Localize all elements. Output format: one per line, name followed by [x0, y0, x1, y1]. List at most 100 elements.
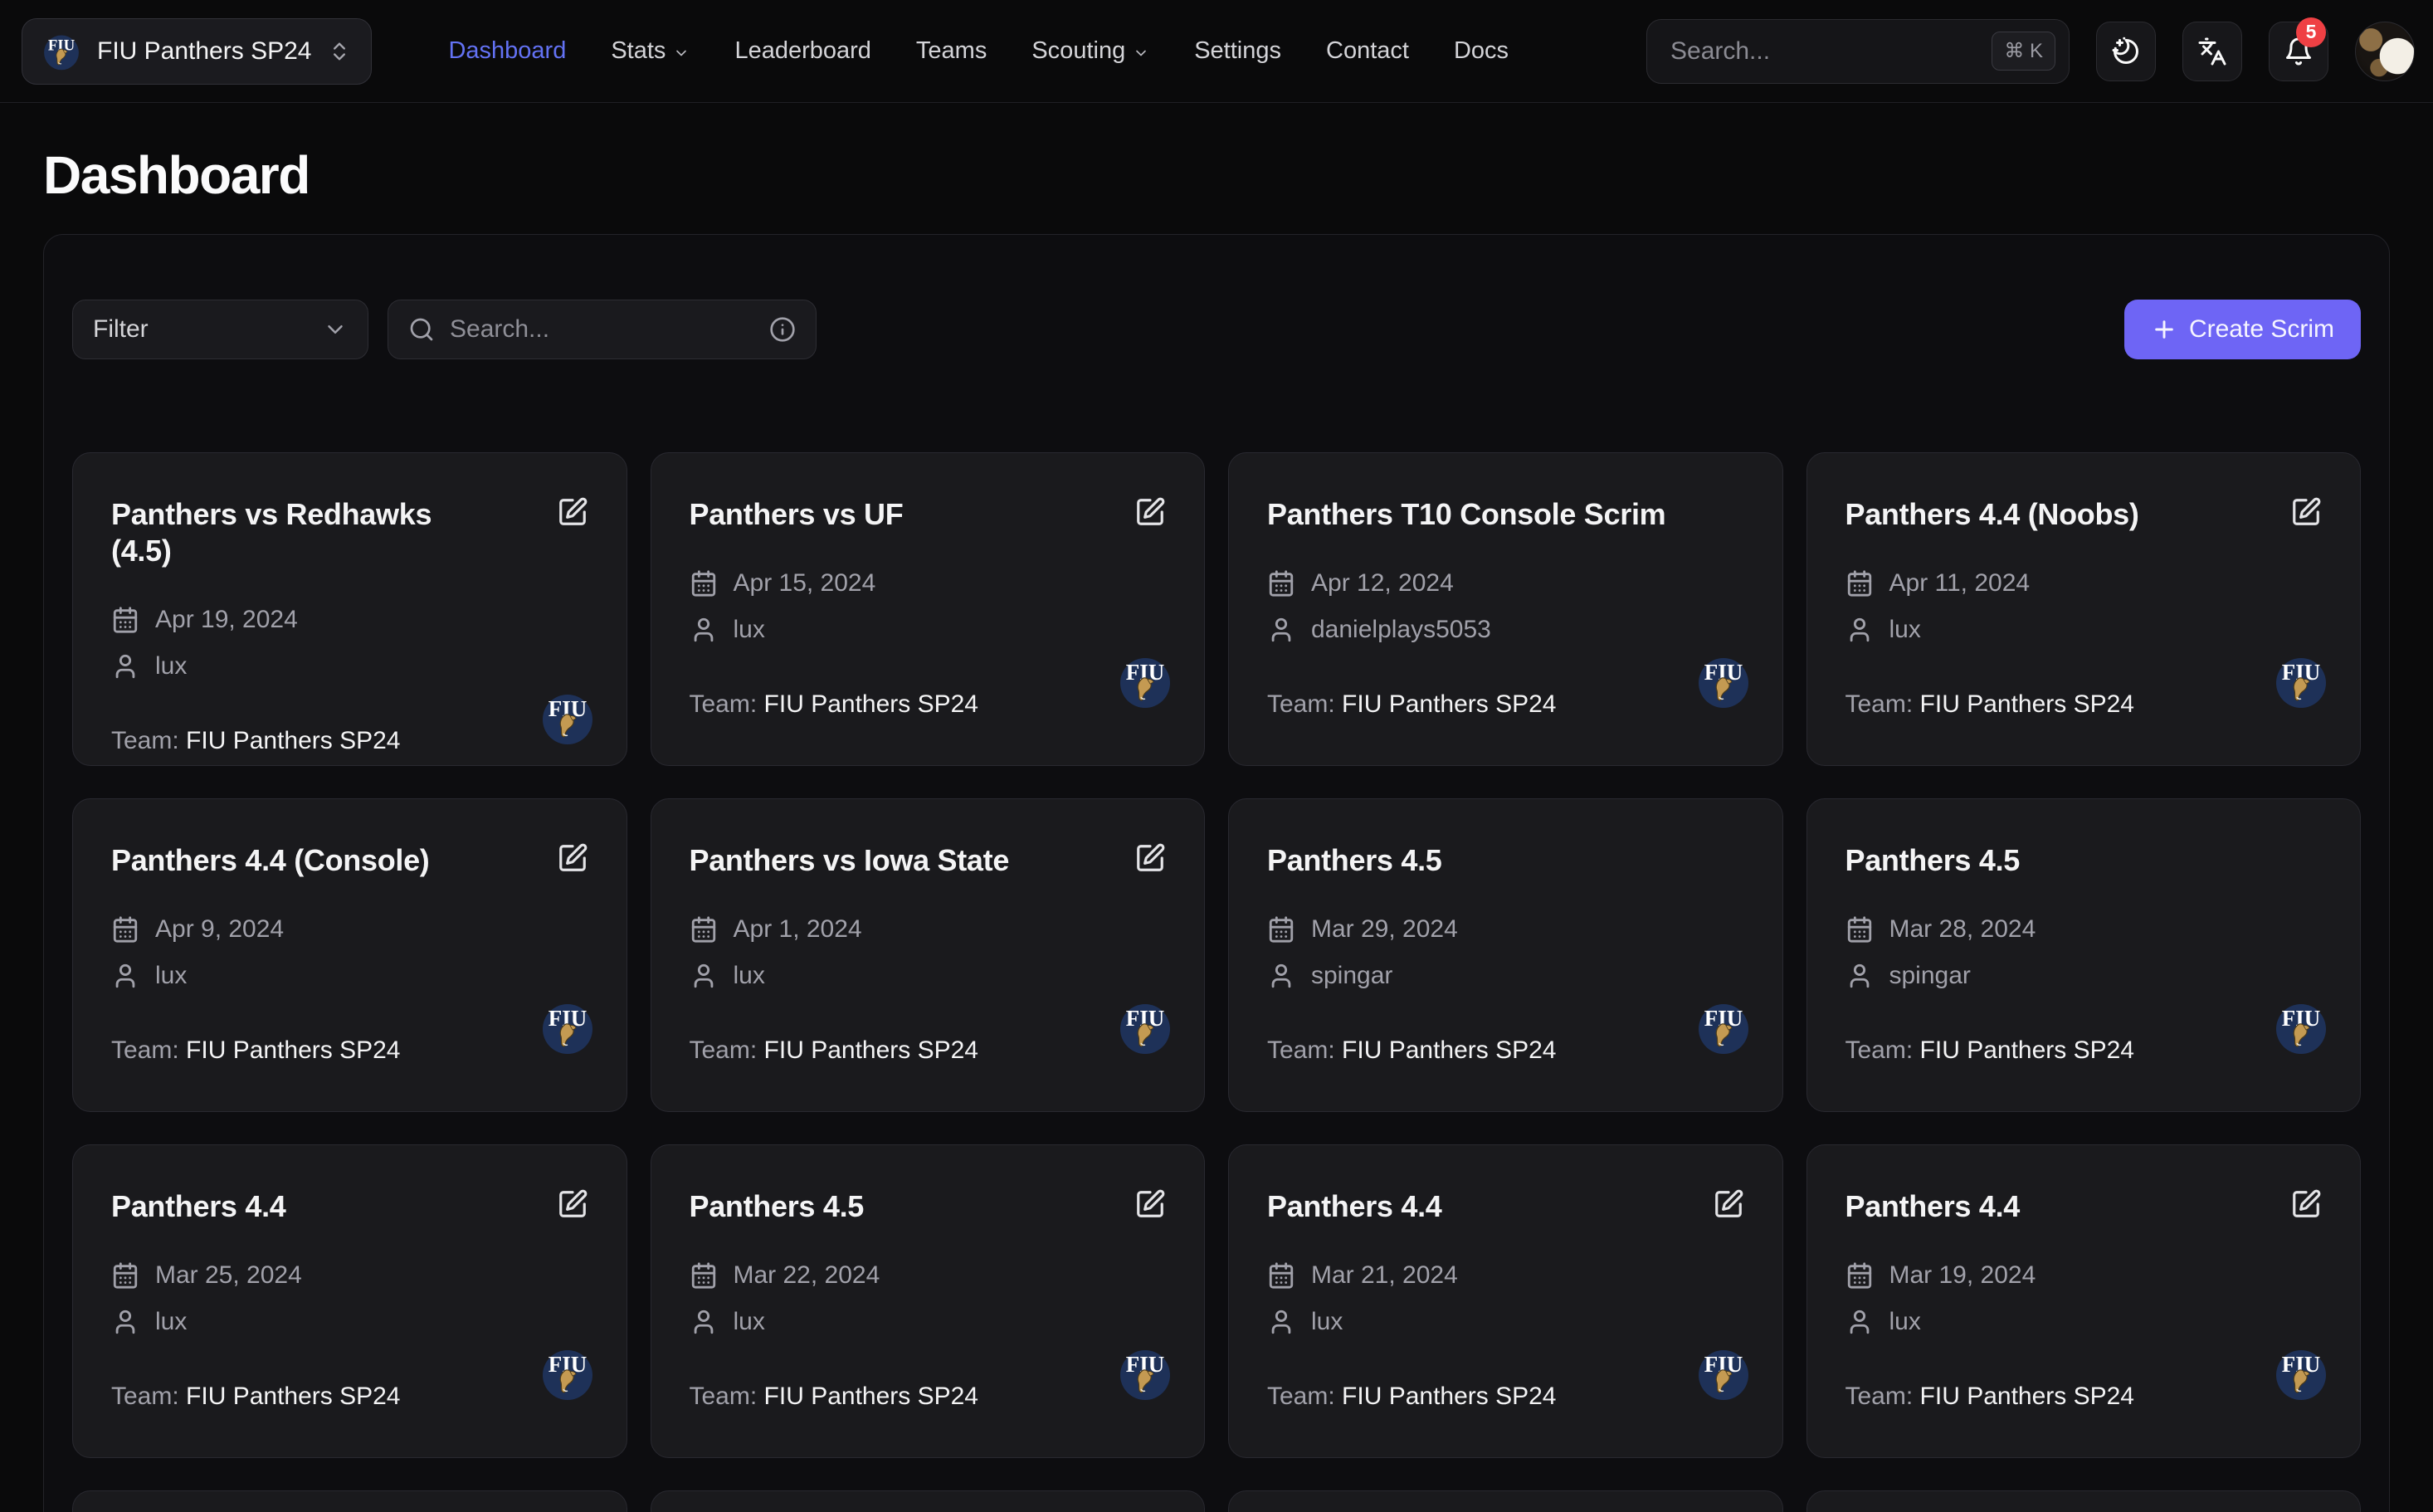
scrim-owner: lux	[1311, 1308, 1343, 1336]
edit-scrim-button[interactable]	[2290, 496, 2322, 528]
scrim-date-row: Mar 21, 2024	[1267, 1261, 1744, 1290]
scrim-search[interactable]	[388, 300, 817, 359]
calendar-icon	[111, 1261, 139, 1290]
edit-scrim-button[interactable]	[557, 842, 588, 874]
fiu-team-logo: FIU	[540, 1000, 595, 1055]
scrim-search-input[interactable]	[450, 315, 754, 344]
scrim-title: Panthers 4.4 (Console)	[111, 836, 557, 879]
scrim-team-row: Team: FIU Panthers SP24 FIU	[690, 690, 1167, 719]
scrim-date: Mar 21, 2024	[1311, 1261, 1458, 1290]
user-icon	[111, 652, 139, 680]
nav-item-settings[interactable]: Settings	[1194, 37, 1281, 65]
scrim-owner-row: lux	[690, 1308, 1167, 1336]
user-icon	[1845, 962, 1874, 990]
calendar-icon	[1267, 1261, 1295, 1290]
scrim-owner: danielplays5053	[1311, 616, 1491, 644]
edit-scrim-button[interactable]	[1134, 496, 1166, 528]
scrim-owner: lux	[734, 962, 765, 990]
scrim-card[interactable]: Panthers vs Iowa State Apr 1, 2024	[651, 798, 1206, 1112]
scrim-date: Mar 29, 2024	[1311, 915, 1458, 944]
scrim-owner: spingar	[1311, 962, 1392, 990]
team-label: Team:	[690, 1036, 764, 1064]
scrim-card[interactable]: Panthers 4.4 Mar 19, 2024	[1806, 1144, 2362, 1458]
user-icon	[1267, 962, 1295, 990]
scrim-date-row: Mar 22, 2024	[690, 1261, 1167, 1290]
nav-item-scouting[interactable]: Scouting	[1031, 37, 1149, 65]
scrims-panel: Filter Create Scrim	[43, 234, 2390, 1512]
scrim-date: Apr 11, 2024	[1889, 569, 2031, 597]
scrim-owner: lux	[155, 1308, 187, 1336]
nav-item-docs[interactable]: Docs	[1454, 37, 1509, 65]
create-scrim-button[interactable]: Create Scrim	[2124, 300, 2361, 359]
scrim-date-row: Apr 11, 2024	[1845, 569, 2323, 597]
team-value: FIU Panthers SP24	[1920, 690, 2134, 718]
scrim-card[interactable]: Panthers vs Redhawks (4.5) Apr 19, 2024	[72, 452, 627, 766]
scrim-owner-row: spingar	[1845, 962, 2323, 990]
scrim-card-partial[interactable]	[1806, 1490, 2362, 1512]
scrim-date: Mar 25, 2024	[155, 1261, 302, 1290]
fiu-team-logo: FIU	[2274, 1346, 2328, 1401]
scrim-card[interactable]: Panthers 4.4 (Console) Apr 9, 2024	[72, 798, 627, 1112]
scrim-card-grid: Panthers vs Redhawks (4.5) Apr 19, 2024	[72, 452, 2361, 1512]
scrim-card[interactable]: Panthers 4.5 Mar 22, 2024	[651, 1144, 1206, 1458]
team-selector[interactable]: FIU FIU Panthers SP24	[22, 18, 372, 85]
main-content: Dashboard Filter	[0, 144, 2433, 1512]
scrim-card[interactable]: Panthers 4.5 Mar 28, 2024 spingar Team: …	[1806, 798, 2362, 1112]
scrim-date-row: Apr 9, 2024	[111, 915, 588, 944]
scrim-title: Panthers 4.5	[1845, 836, 2323, 879]
team-label: Team:	[690, 690, 764, 718]
header-actions: ⌘ K 5	[1646, 19, 2415, 84]
scrim-date-row: Apr 12, 2024	[1267, 569, 1744, 597]
edit-scrim-button[interactable]	[557, 1188, 588, 1220]
scrim-title: Panthers vs Redhawks (4.5)	[111, 490, 485, 569]
scrim-card[interactable]: Panthers 4.4 Mar 25, 2024	[72, 1144, 627, 1458]
edit-scrim-button[interactable]	[2290, 1188, 2322, 1220]
team-label: Team:	[1267, 690, 1342, 718]
edit-scrim-button[interactable]	[557, 496, 588, 528]
team-label: Team:	[1845, 1383, 1920, 1410]
edit-icon	[557, 496, 588, 528]
avatar[interactable]	[2355, 22, 2415, 81]
team-logo-slot: FIU	[1118, 1346, 1173, 1401]
theme-toggle-button[interactable]	[2096, 22, 2156, 81]
team-label: Team:	[111, 1383, 186, 1410]
scrim-card[interactable]: Panthers 4.5 Mar 29, 2024 spingar Team: …	[1228, 798, 1783, 1112]
edit-scrim-button[interactable]	[1713, 1188, 1744, 1220]
notifications-button[interactable]: 5	[2269, 22, 2328, 81]
scrim-team-row: Team: FIU Panthers SP24 FIU	[1267, 1036, 1744, 1065]
scrim-owner-row: danielplays5053	[1267, 616, 1744, 644]
team-logo-slot: FIU	[540, 1346, 595, 1401]
filter-select[interactable]: Filter	[72, 300, 368, 359]
global-search-input[interactable]	[1670, 37, 1992, 66]
scrim-card-partial[interactable]	[72, 1490, 627, 1512]
edit-scrim-button[interactable]	[1134, 842, 1166, 874]
fiu-team-logo: FIU	[1118, 654, 1173, 709]
scrim-owner: lux	[734, 1308, 765, 1336]
nav-item-contact[interactable]: Contact	[1326, 37, 1409, 65]
scrim-date: Mar 22, 2024	[734, 1261, 880, 1290]
fiu-team-logo: FIU	[540, 1346, 595, 1401]
calendar-icon	[690, 569, 718, 597]
team-logo-slot: FIU	[540, 690, 595, 745]
team-label: Team:	[111, 1036, 186, 1064]
scrim-date: Apr 15, 2024	[734, 569, 876, 597]
global-search[interactable]: ⌘ K	[1646, 19, 2070, 84]
scrim-card-partial[interactable]	[1228, 1490, 1783, 1512]
chevron-down-icon	[673, 45, 690, 61]
nav-item-teams[interactable]: Teams	[916, 37, 987, 65]
team-value: FIU Panthers SP24	[1342, 1036, 1556, 1064]
scrim-card[interactable]: Panthers 4.4 Mar 21, 2024	[1228, 1144, 1783, 1458]
fiu-team-logo: FIU	[42, 32, 80, 71]
scrim-card[interactable]: Panthers 4.4 (Noobs) Apr 11, 2024	[1806, 452, 2362, 766]
language-button[interactable]	[2182, 22, 2242, 81]
nav-item-stats[interactable]: Stats	[611, 37, 690, 65]
scrim-card[interactable]: Panthers vs UF Apr 15, 2024	[651, 452, 1206, 766]
nav-item-dashboard[interactable]: Dashboard	[448, 37, 566, 65]
team-value: FIU Panthers SP24	[764, 690, 978, 718]
team-value: FIU Panthers SP24	[1920, 1036, 2134, 1064]
scrim-card-partial[interactable]	[651, 1490, 1206, 1512]
team-label: Team:	[1267, 1036, 1342, 1064]
nav-item-leaderboard[interactable]: Leaderboard	[734, 37, 870, 65]
scrim-card[interactable]: Panthers T10 Console Scrim Apr 12, 2024 …	[1228, 452, 1783, 766]
edit-scrim-button[interactable]	[1134, 1188, 1166, 1220]
